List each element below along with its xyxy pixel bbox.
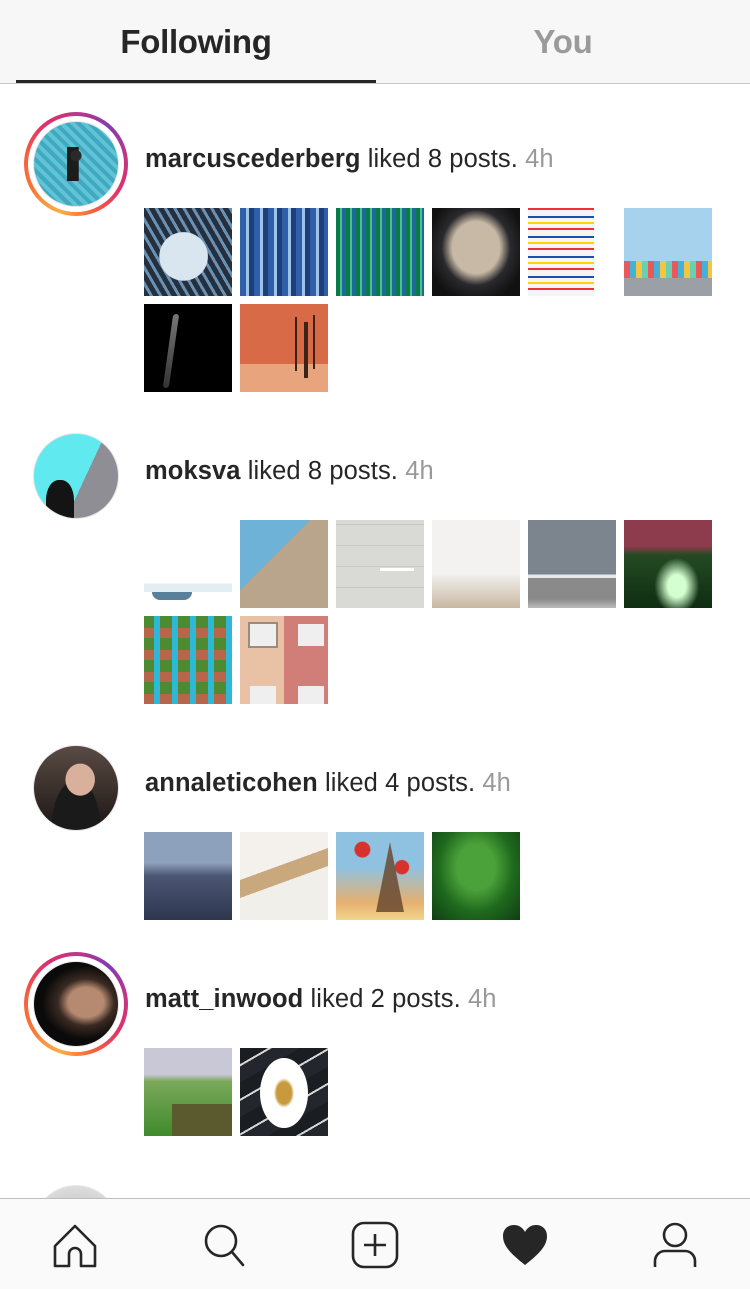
username-link[interactable]: marcuscederberg [145,145,361,173]
nav-profile-button[interactable] [645,1217,705,1273]
post-thumbnail[interactable] [144,520,232,608]
timestamp: 4h [525,145,554,173]
nav-new-post-button[interactable] [345,1217,405,1273]
post-thumbnail[interactable] [624,208,712,296]
avatar-story-ring[interactable] [24,112,128,216]
timestamp: 4h [405,457,434,485]
post-thumbnail[interactable] [336,832,424,920]
avatar-wrapper[interactable] [24,1176,128,1198]
post-thumbnail[interactable] [240,616,328,704]
avatar[interactable] [33,1185,119,1198]
user-icon [653,1222,697,1267]
tab-you[interactable]: You [376,0,750,83]
post-thumbnail[interactable] [144,208,232,296]
heart-icon [503,1225,547,1265]
post-thumbnail[interactable] [144,616,232,704]
avatar[interactable] [33,433,119,519]
nav-home-button[interactable] [45,1217,105,1273]
avatar-wrapper[interactable] [24,736,128,840]
post-thumbnail[interactable] [240,1048,328,1136]
username-link[interactable]: matt_inwood [145,985,303,1013]
post-thumbnail[interactable] [624,520,712,608]
timestamp: 4h [467,985,497,1013]
activity-text: matt_inwood liked 2 posts. 4h [145,985,497,1014]
plus-square-icon [351,1221,399,1269]
activity-action: liked 8 posts. [360,145,526,173]
post-thumbnail[interactable] [240,208,328,296]
active-tab-indicator [16,80,376,83]
post-thumbnail[interactable] [336,520,424,608]
username-link[interactable]: annaleticohen [145,769,318,797]
activity-text: annaleticohen liked 4 posts. 4h [145,769,511,798]
post-thumbnail[interactable] [240,520,328,608]
avatar-story-ring[interactable] [24,952,128,1056]
post-thumbnail[interactable] [144,304,232,392]
timestamp: 4h [482,769,511,797]
avatar[interactable] [33,961,119,1047]
post-thumbnail[interactable] [240,832,328,920]
activity-action: liked 2 posts. [303,985,468,1013]
nav-activity-button[interactable] [495,1217,555,1273]
username-link[interactable]: moksva [145,457,241,485]
bottom-nav [0,1198,750,1289]
post-thumbnail[interactable] [144,832,232,920]
activity-action: liked 8 posts. [240,457,406,485]
post-thumbnail[interactable] [432,208,520,296]
activity-text: marcuscederberg liked 8 posts. 4h [145,145,554,174]
post-thumbnail[interactable] [528,520,616,608]
home-icon [53,1224,97,1268]
activity-feed[interactable]: marcuscederberg liked 8 posts. 4h moksva… [0,84,750,1198]
post-thumbnail[interactable] [432,832,520,920]
post-thumbnail[interactable] [528,208,616,296]
nav-search-button[interactable] [194,1217,254,1273]
post-thumbnail[interactable] [240,304,328,392]
avatar[interactable] [33,745,119,831]
post-thumbnail[interactable] [336,208,424,296]
avatar-wrapper[interactable] [24,424,128,528]
activity-action: liked 4 posts. [317,769,483,797]
post-thumbnail[interactable] [144,1048,232,1136]
post-thumbnail[interactable] [432,520,520,608]
tab-following[interactable]: Following [16,0,376,83]
activity-text: moksva liked 8 posts. 4h [145,457,434,486]
avatar[interactable] [33,121,119,207]
activity-tabs: Following You [0,0,750,84]
search-icon [204,1224,245,1267]
